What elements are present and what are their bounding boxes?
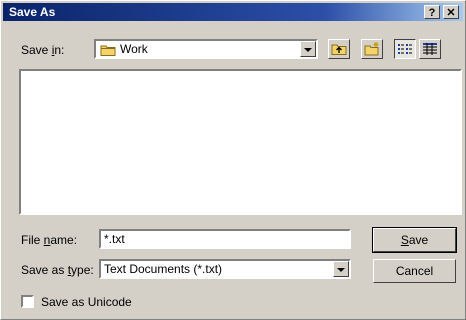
details-view-button[interactable]: [419, 39, 441, 59]
details-view-icon: [422, 42, 438, 59]
save-as-type-value: Text Documents (*.txt): [104, 262, 223, 276]
help-icon: ?: [428, 7, 436, 19]
file-name-input[interactable]: *.txt: [99, 229, 351, 249]
dialog-title: Save As: [9, 5, 56, 19]
save-as-type-dropdown-arrow[interactable]: [333, 261, 349, 277]
title-bar[interactable]: Save As ? ✕: [3, 3, 463, 21]
list-view-button[interactable]: [394, 39, 416, 59]
up-folder-icon: [331, 42, 347, 59]
list-view-icon: [397, 42, 413, 59]
save-as-type-dropdown[interactable]: Text Documents (*.txt): [99, 259, 351, 279]
help-button[interactable]: ?: [424, 5, 440, 19]
save-in-dropdown-arrow[interactable]: [300, 41, 316, 57]
save-in-value: Work: [120, 42, 148, 56]
save-as-unicode-label[interactable]: Save as Unicode: [41, 295, 132, 309]
cancel-button[interactable]: Cancel: [373, 259, 456, 283]
save-in-dropdown[interactable]: Work: [94, 39, 318, 59]
close-button[interactable]: ✕: [443, 5, 459, 19]
save-as-type-label: Save as type:: [21, 263, 94, 277]
up-one-level-button[interactable]: [328, 39, 350, 59]
save-button[interactable]: Save: [372, 227, 457, 253]
save-as-unicode-checkbox[interactable]: [21, 295, 34, 308]
file-list[interactable]: [19, 69, 462, 215]
close-icon: ✕: [446, 7, 456, 19]
file-name-value: *.txt: [104, 232, 125, 246]
new-folder-icon: [364, 42, 380, 59]
save-as-dialog: Save As ? ✕ Save in: Work File name: *.t…: [0, 0, 466, 320]
create-new-folder-button[interactable]: [361, 39, 383, 59]
file-name-label: File name:: [21, 233, 78, 247]
folder-icon: [100, 44, 116, 59]
save-in-label: Save in:: [21, 43, 65, 57]
